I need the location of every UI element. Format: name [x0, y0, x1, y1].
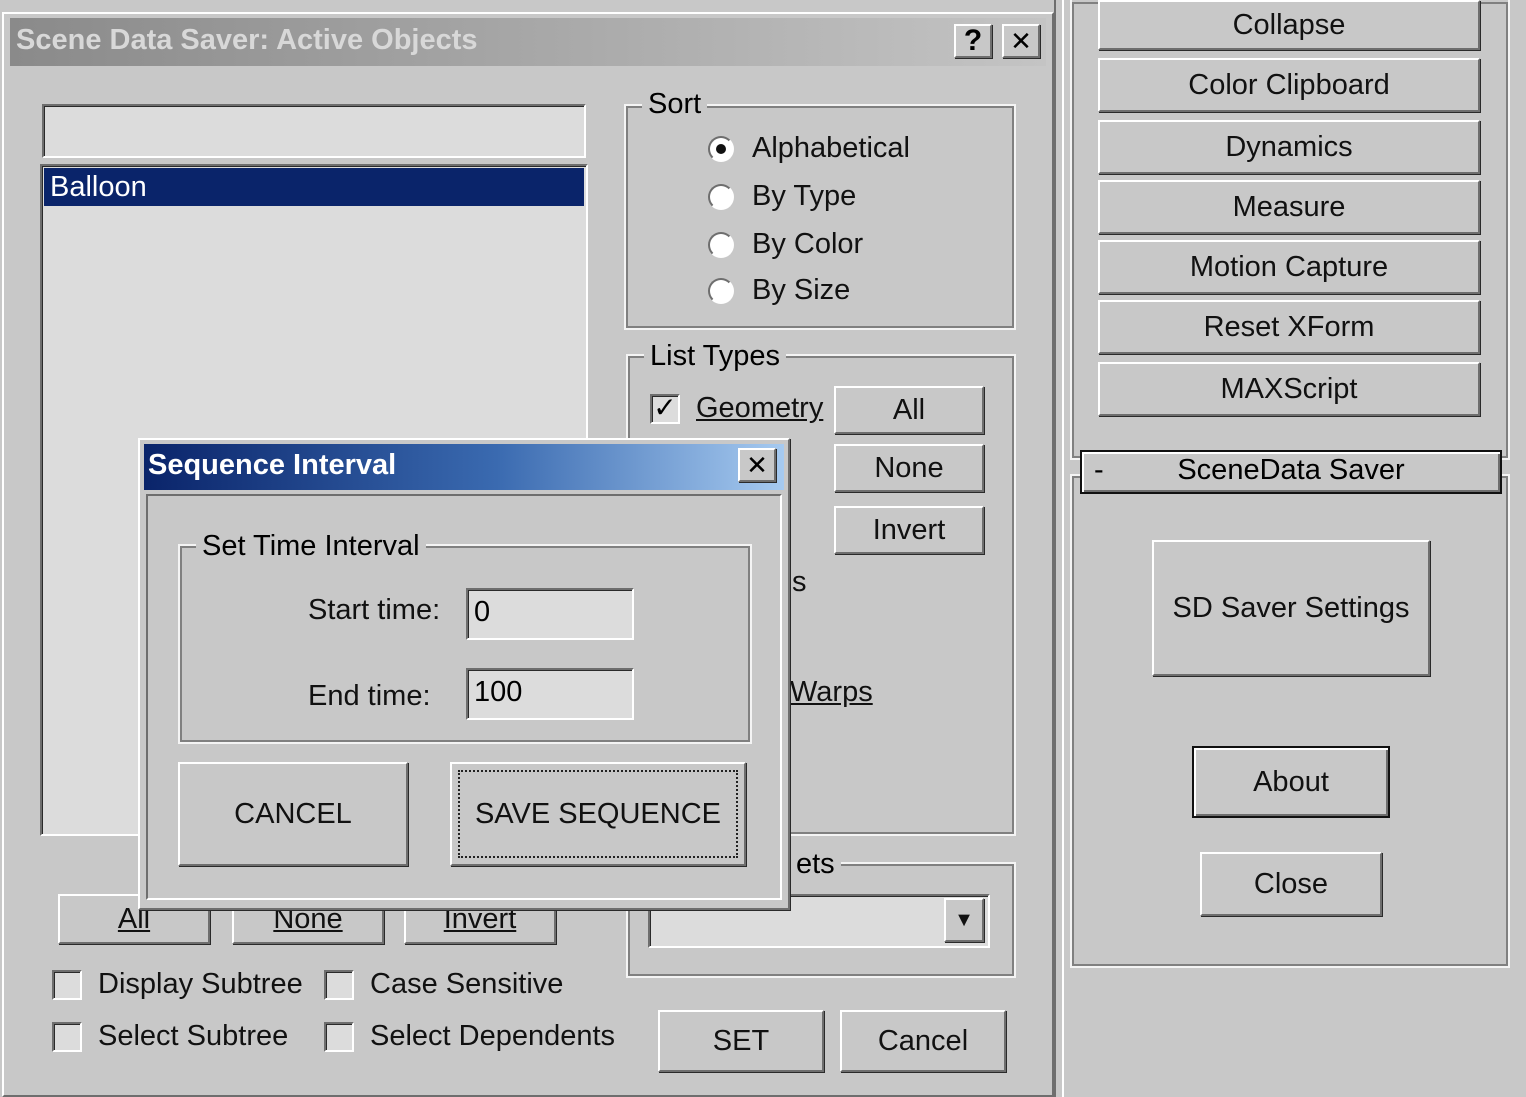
select-subtree-checkbox[interactable]: [52, 1022, 82, 1052]
color-clipboard-button[interactable]: Color Clipboard: [1098, 58, 1480, 112]
sort-group-title: Sort: [642, 88, 708, 120]
list-types-group-title: List Types: [644, 340, 787, 372]
close-button[interactable]: Close: [1200, 852, 1382, 916]
sort-alphabetical-radio[interactable]: [708, 136, 734, 162]
collapse-button[interactable]: Collapse: [1098, 0, 1480, 50]
sequence-dialog-titlebar[interactable]: Sequence Interval: [144, 444, 784, 490]
time-interval-group: [178, 544, 752, 744]
panel-divider[interactable]: [1054, 0, 1064, 1097]
display-subtree-checkbox[interactable]: [52, 970, 82, 1000]
set-button[interactable]: SET: [658, 1010, 824, 1072]
help-icon: ?: [963, 24, 983, 57]
about-button[interactable]: About: [1192, 746, 1390, 818]
filter-input[interactable]: [42, 104, 586, 158]
sort-alphabetical-label: Alphabetical: [752, 132, 910, 164]
sequence-dialog-title: Sequence Interval: [148, 449, 397, 481]
save-sequence-button[interactable]: SAVE SEQUENCE: [450, 762, 746, 866]
main-cancel-button[interactable]: Cancel: [840, 1010, 1006, 1072]
types-invert-button[interactable]: Invert: [834, 506, 984, 554]
sort-by-size-label: By Size: [752, 274, 851, 306]
display-subtree-label: Display Subtree: [98, 968, 303, 1000]
dynamics-button[interactable]: Dynamics: [1098, 120, 1480, 174]
close-icon: ✕: [1010, 25, 1032, 56]
select-dependents-checkbox[interactable]: [324, 1022, 354, 1052]
geometry-checkbox[interactable]: ✓: [650, 394, 680, 424]
measure-button[interactable]: Measure: [1098, 180, 1480, 234]
sort-by-type-label: By Type: [752, 180, 857, 212]
reset-xform-button[interactable]: Reset XForm: [1098, 300, 1480, 354]
sd-saver-settings-button[interactable]: SD Saver Settings: [1152, 540, 1430, 676]
main-close-button[interactable]: ✕: [1002, 24, 1040, 58]
select-subtree-label: Select Subtree: [98, 1020, 289, 1052]
geometry-label: Geometry: [696, 392, 824, 424]
select-dependents-label: Select Dependents: [370, 1020, 616, 1052]
time-interval-title: Set Time Interval: [196, 530, 426, 562]
sequence-close-button[interactable]: ✕: [738, 448, 776, 482]
motion-capture-button[interactable]: Motion Capture: [1098, 240, 1480, 294]
sort-by-size-radio[interactable]: [708, 278, 734, 304]
sort-by-type-radio[interactable]: [708, 184, 734, 210]
selection-sets-title: ets: [790, 848, 841, 880]
types-none-button[interactable]: None: [834, 444, 984, 492]
dropdown-arrow-button[interactable]: ▼: [944, 898, 984, 942]
sort-by-color-label: By Color: [752, 228, 864, 260]
maxscript-button[interactable]: MAXScript: [1098, 362, 1480, 416]
help-button[interactable]: ?: [954, 24, 992, 58]
types-all-button[interactable]: All: [834, 386, 984, 434]
main-dialog-title: Scene Data Saver: Active Objects: [16, 24, 478, 56]
case-sensitive-label: Case Sensitive: [370, 968, 564, 1000]
list-item-balloon[interactable]: Balloon: [44, 168, 584, 206]
main-dialog-titlebar[interactable]: Scene Data Saver: Active Objects: [10, 18, 1046, 66]
end-time-input[interactable]: 100: [466, 668, 634, 720]
chevron-down-icon: ▼: [954, 908, 974, 931]
partial-type-label: s: [792, 566, 807, 598]
rollout-title: SceneData Saver: [1177, 454, 1405, 486]
case-sensitive-checkbox[interactable]: [324, 970, 354, 1000]
space-warps-label: Warps: [790, 676, 873, 708]
sequence-cancel-button[interactable]: CANCEL: [178, 762, 408, 866]
close-icon: ✕: [746, 449, 768, 480]
end-time-label: End time:: [308, 680, 431, 712]
start-time-input[interactable]: 0: [466, 588, 634, 640]
sort-by-color-radio[interactable]: [708, 232, 734, 258]
rollout-header[interactable]: - SceneData Saver: [1080, 450, 1502, 494]
start-time-label: Start time:: [308, 594, 441, 626]
